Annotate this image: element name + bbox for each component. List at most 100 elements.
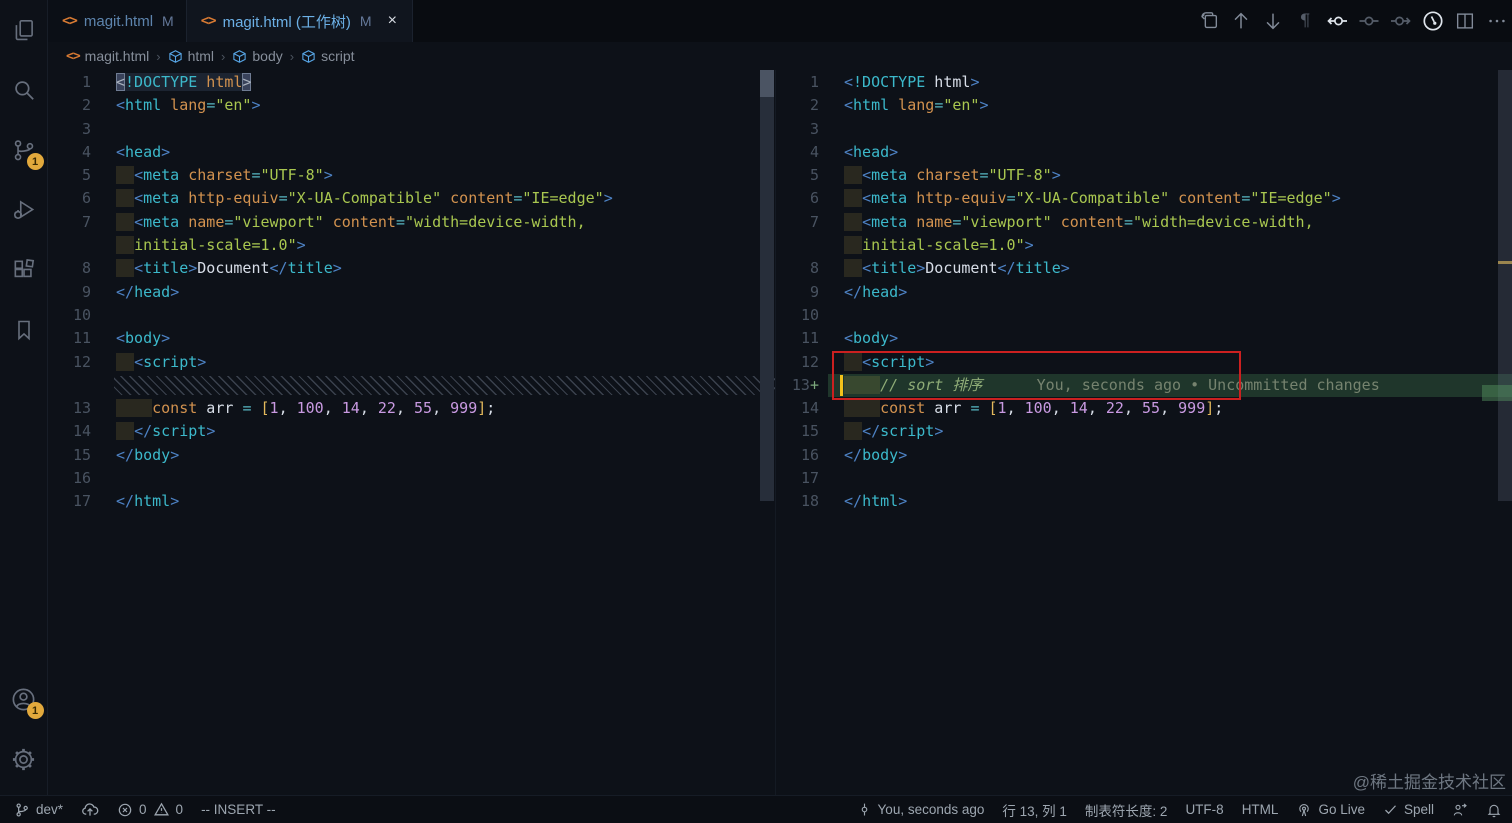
- file-history-icon[interactable]: [1420, 8, 1446, 34]
- code-line[interactable]: 3: [776, 118, 1512, 141]
- account-badge: 1: [26, 702, 44, 719]
- code-line[interactable]: 1 <!DOCTYPE html>: [48, 71, 775, 94]
- go-live-button[interactable]: Go Live: [1296, 802, 1365, 818]
- code-line[interactable]: 4 <head>: [48, 141, 775, 164]
- line-number: 5: [81, 166, 91, 185]
- line-content: </script>: [100, 420, 775, 443]
- previous-change-button[interactable]: [1228, 8, 1254, 34]
- code-line[interactable]: 7 <meta name="viewport" content="width=d…: [776, 211, 1512, 234]
- code-line[interactable]: 12 <script>: [48, 351, 775, 374]
- breadcrumb-file[interactable]: <> magit.html: [66, 48, 149, 64]
- code-line[interactable]: 5 <meta charset="UTF-8">: [48, 164, 775, 187]
- left-scrollbar[interactable]: [760, 70, 774, 501]
- code-line[interactable]: 9 </head>: [776, 281, 1512, 304]
- text-cursor: [840, 374, 843, 396]
- right-scrollbar[interactable]: [1482, 70, 1512, 501]
- code-line[interactable]: 12 <script>: [776, 351, 1512, 374]
- line-content: <title>Document</title>: [100, 257, 775, 280]
- html-file-icon: <>: [66, 48, 81, 64]
- code-line[interactable]: 3: [48, 118, 775, 141]
- breadcrumb-label: html: [187, 48, 215, 64]
- code-line[interactable]: 17: [776, 467, 1512, 490]
- code-line[interactable]: 15 </script>: [776, 420, 1512, 443]
- code-line[interactable]: 4 <head>: [776, 141, 1512, 164]
- code-line[interactable]: 13+ // sort 排序 You, seconds ago • Uncomm…: [776, 373, 1512, 398]
- source-control-icon[interactable]: 1: [0, 120, 48, 180]
- line-number: 11: [72, 329, 91, 348]
- line-revision-icon[interactable]: [1356, 8, 1382, 34]
- publish-changes-button[interactable]: [81, 801, 99, 819]
- code-line[interactable]: 9 </head>: [48, 281, 775, 304]
- problems-status[interactable]: 0 0: [117, 801, 183, 818]
- code-line[interactable]: 10: [48, 304, 775, 327]
- code-line[interactable]: 8 <title>Document</title>: [776, 257, 1512, 280]
- code-line[interactable]: 2 <html lang="en">: [48, 94, 775, 117]
- code-line[interactable]: 5 <meta charset="UTF-8">: [776, 164, 1512, 187]
- line-number: 16: [800, 445, 819, 464]
- breadcrumb-html[interactable]: html: [168, 48, 214, 64]
- code-line[interactable]: 14 const arr = [1, 100, 14, 22, 55, 999]…: [776, 397, 1512, 420]
- tab-magit-html[interactable]: <> magit.html M: [48, 0, 187, 42]
- line-number: 14: [72, 422, 91, 441]
- code-line[interactable]: initial-scale=1.0">: [776, 234, 1512, 257]
- next-change-button[interactable]: [1260, 8, 1286, 34]
- code-line[interactable]: 18 </html>: [776, 490, 1512, 513]
- code-line[interactable]: 6 <meta http-equiv="X-UA-Compatible" con…: [48, 187, 775, 210]
- close-tab-icon[interactable]: ×: [385, 11, 400, 31]
- line-content: </html>: [844, 492, 908, 511]
- tab-size-status[interactable]: 制表符长度: 2: [1085, 800, 1168, 820]
- line-number: 13: [72, 399, 91, 418]
- code-line[interactable]: 16 </body>: [776, 444, 1512, 467]
- code-line[interactable]: 6 <meta http-equiv="X-UA-Compatible" con…: [776, 187, 1512, 210]
- breadcrumb-script[interactable]: script: [301, 48, 355, 64]
- next-revision-button[interactable]: [1388, 8, 1414, 34]
- tab-magit-html-worktree[interactable]: <> magit.html (工作树) M ×: [186, 0, 413, 42]
- code-line[interactable]: 13 const arr = [1, 100, 14, 22, 55, 999]…: [48, 397, 775, 420]
- code-line[interactable]: 2 <html lang="en">: [776, 94, 1512, 117]
- code-line[interactable]: 14 </script>: [48, 420, 775, 443]
- code-line[interactable]: 1 <!DOCTYPE html>: [776, 71, 1512, 94]
- more-actions-button[interactable]: [1484, 8, 1510, 34]
- encoding-status[interactable]: UTF-8: [1185, 802, 1223, 817]
- code-line[interactable]: 11 <body>: [48, 327, 775, 350]
- line-number: 3: [809, 119, 819, 138]
- blame-status[interactable]: You, seconds ago: [857, 802, 984, 817]
- bookmarks-icon[interactable]: [0, 300, 48, 360]
- diff-pane-modified[interactable]: 1 <!DOCTYPE html> 2 <html lang="en"> 3 4 <head…: [775, 70, 1512, 795]
- code-line[interactable]: 7 <meta name="viewport" content="width=d…: [48, 211, 775, 234]
- code-line[interactable]: 15 </body>: [48, 444, 775, 467]
- code-line[interactable]: 10: [776, 304, 1512, 327]
- diff-placeholder-row[interactable]: [48, 374, 775, 397]
- diff-pane-original[interactable]: 1 <!DOCTYPE html> 2 <html lang="en"> 3 4 <head…: [48, 70, 775, 795]
- split-editor-button[interactable]: [1452, 8, 1478, 34]
- activity-bar: 1 1: [0, 0, 48, 795]
- settings-gear-icon[interactable]: [0, 729, 48, 789]
- code-line[interactable]: 11 <body>: [776, 327, 1512, 350]
- run-debug-icon[interactable]: [0, 180, 48, 240]
- spell-checker-status[interactable]: Spell: [1383, 802, 1434, 817]
- breadcrumb-label: magit.html: [84, 48, 150, 64]
- account-icon[interactable]: 1: [0, 669, 48, 729]
- feedback-button[interactable]: [1452, 802, 1468, 818]
- previous-revision-button[interactable]: [1324, 8, 1350, 34]
- code-line[interactable]: 17 </html>: [48, 490, 775, 513]
- cursor-position-status[interactable]: 行 13, 列 1: [1002, 800, 1067, 820]
- breadcrumb-body[interactable]: body: [232, 48, 283, 64]
- open-changes-icon[interactable]: [1196, 8, 1222, 34]
- language-mode-status[interactable]: HTML: [1242, 802, 1279, 817]
- line-content: </head>: [116, 282, 180, 301]
- error-icon: [118, 803, 132, 816]
- vim-mode-indicator[interactable]: -- INSERT --: [201, 802, 276, 817]
- line-number: 7: [809, 212, 819, 231]
- line-number: 14: [800, 399, 819, 418]
- search-icon[interactable]: [0, 60, 48, 120]
- explorer-icon[interactable]: [0, 0, 48, 60]
- branch-status[interactable]: dev*: [14, 802, 63, 818]
- code-line[interactable]: 8 <title>Document</title>: [48, 257, 775, 280]
- code-line[interactable]: initial-scale=1.0">: [48, 234, 775, 257]
- notifications-button[interactable]: [1486, 802, 1502, 818]
- code-line[interactable]: 16: [48, 467, 775, 490]
- extensions-icon[interactable]: [0, 240, 48, 300]
- toggle-whitespace-icon[interactable]: ¶: [1292, 8, 1318, 34]
- line-number: 4: [81, 142, 91, 161]
